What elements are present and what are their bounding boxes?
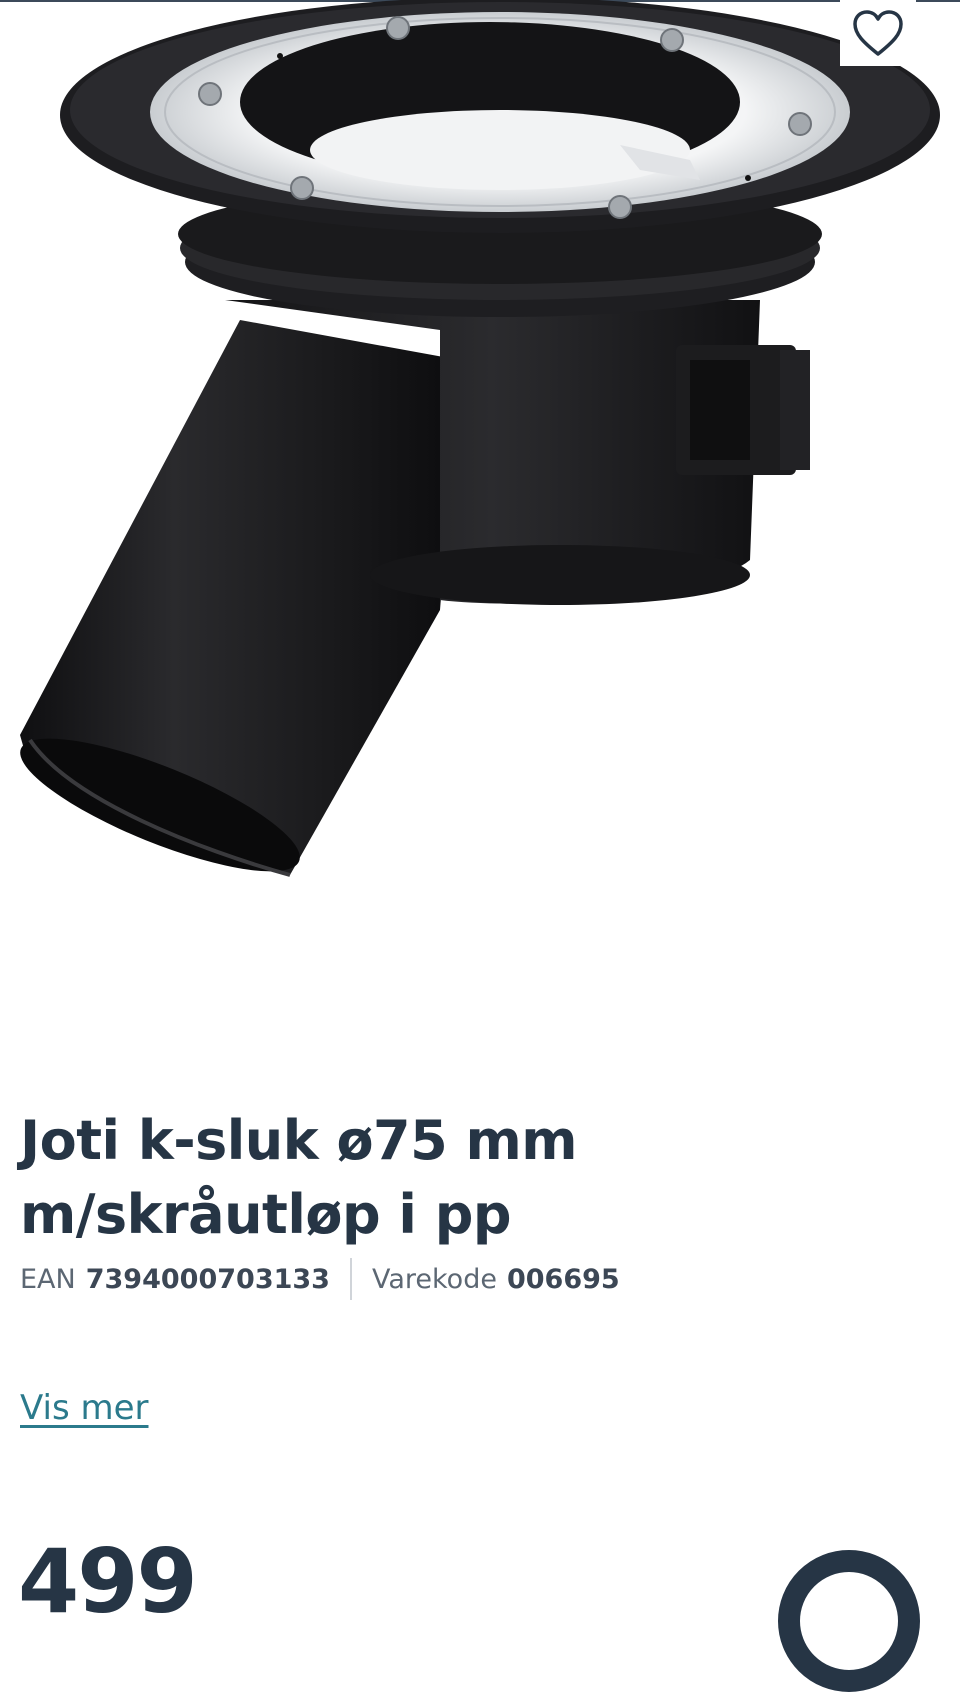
product-image-drawing — [20, 0, 940, 877]
sku-value: 006695 — [506, 1263, 620, 1295]
product-price: 499 — [18, 1530, 198, 1633]
product-title: Joti k-sluk ø75 mm m/skråutløp i pp — [20, 1109, 578, 1246]
favorite-button[interactable] — [840, 0, 916, 66]
partial-circle-button[interactable] — [778, 1550, 920, 1692]
product-image[interactable] — [0, 0, 960, 900]
show-more-link[interactable]: Vis mer — [20, 1388, 149, 1428]
heart-outline-icon — [853, 10, 903, 56]
ean-value: 7394000703133 — [85, 1263, 330, 1295]
sku-label: Varekode — [371, 1263, 497, 1295]
identifier-divider — [349, 1258, 352, 1300]
ean-label: EAN — [20, 1263, 76, 1295]
product-identifiers: EAN 7394000703133 Varekode 006695 — [20, 1258, 620, 1300]
